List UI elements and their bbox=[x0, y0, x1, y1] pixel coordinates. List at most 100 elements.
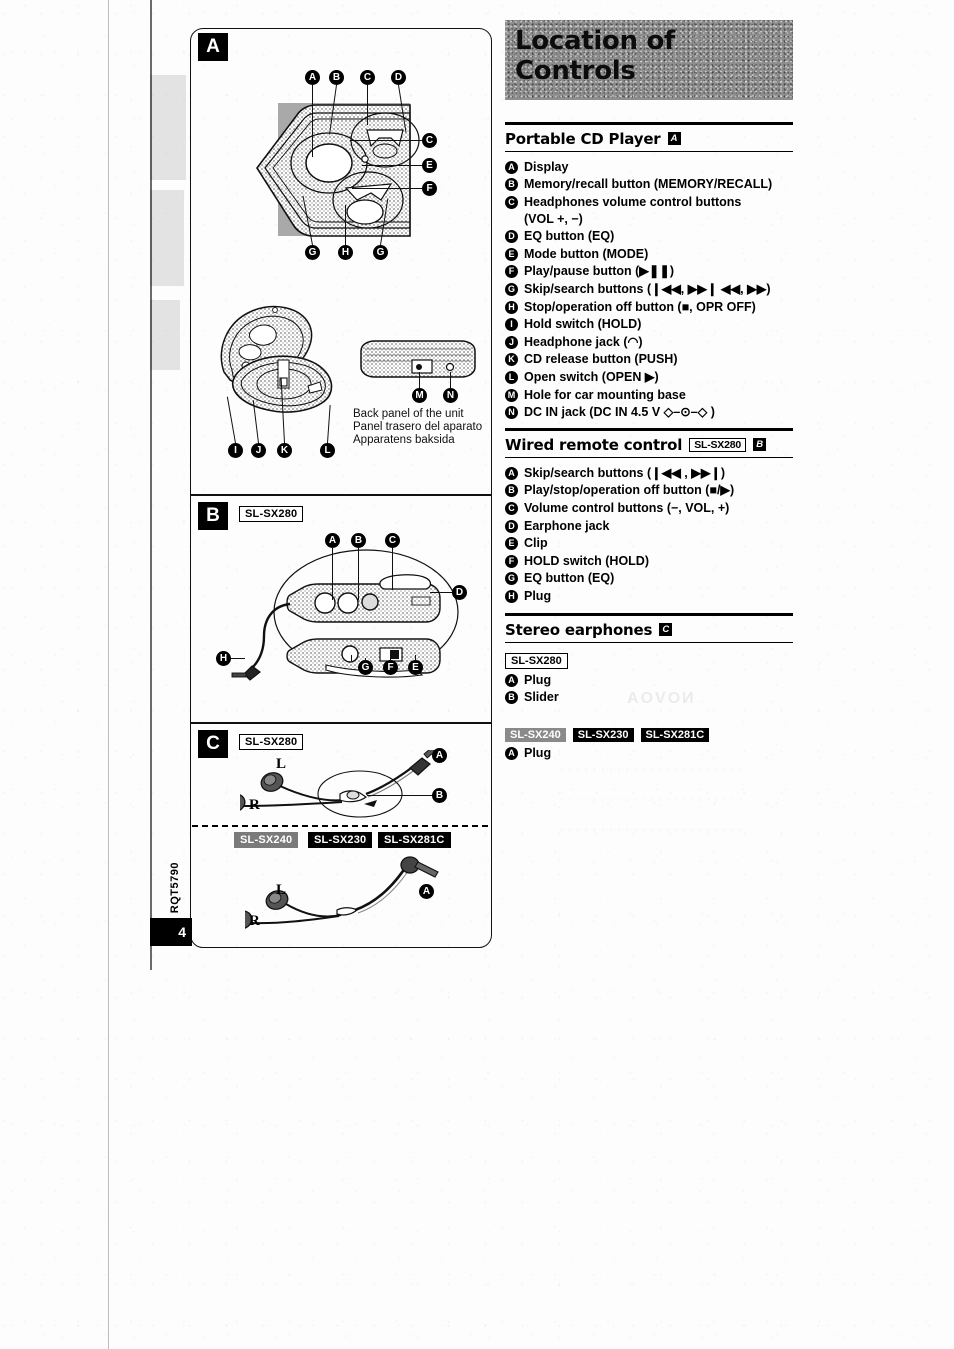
item-bullet-b: B bbox=[505, 691, 518, 705]
item-bullet-a: A bbox=[505, 466, 518, 480]
earphone-label-l: L bbox=[276, 756, 287, 772]
portable-cd-player-item-list: A Display B Memory/recall button (MEMORY/R… bbox=[505, 152, 793, 421]
panel-c-model-sx230: SL-SX230 bbox=[308, 832, 373, 848]
callout-j: J bbox=[251, 443, 266, 458]
item-label: Earphone jack bbox=[524, 518, 610, 533]
page-title-line1: Location of bbox=[515, 26, 676, 56]
callout-leader bbox=[367, 795, 432, 797]
list-item: F HOLD switch (HOLD) bbox=[505, 553, 793, 570]
list-item: D Earphone jack bbox=[505, 518, 793, 535]
item-label: Slider bbox=[524, 690, 559, 705]
callout-m: M bbox=[412, 388, 427, 403]
callout-d: D bbox=[391, 70, 406, 85]
list-item: E Mode button (MODE) bbox=[505, 246, 793, 263]
list-item: J Headphone jack (◠) bbox=[505, 334, 793, 351]
earphone-label-l-2: L bbox=[276, 882, 287, 898]
callout-f: F bbox=[422, 181, 437, 196]
list-item: H Stop/operation off button (■, OPR OFF) bbox=[505, 299, 793, 316]
callout-leader bbox=[352, 188, 422, 190]
page-number: 4 bbox=[150, 918, 192, 946]
section-heading-text: Wired remote control bbox=[505, 435, 683, 454]
earphones-model-row-1: SL-SX280 bbox=[505, 652, 793, 669]
panel-divider bbox=[191, 494, 491, 496]
item-bullet-g: G bbox=[505, 572, 518, 586]
item-label: Display bbox=[524, 159, 569, 174]
section-badge-a: A bbox=[667, 132, 681, 146]
list-item: G Skip/search buttons (❙◀◀, ▶▶❙ ◀◀, ▶▶) bbox=[505, 281, 793, 298]
callout-leader bbox=[365, 658, 367, 662]
scan-smudge bbox=[150, 300, 180, 370]
list-item: A Plug bbox=[505, 745, 793, 762]
list-item: B Play/stop/operation off button (■/▶) bbox=[505, 482, 793, 499]
callout-leader bbox=[362, 165, 422, 167]
callout-leader bbox=[351, 655, 353, 661]
item-bullet-f: F bbox=[505, 554, 518, 568]
callout-leader bbox=[450, 372, 452, 389]
list-item: I Hold switch (HOLD) bbox=[505, 316, 793, 333]
section-stereo-earphones: Stereo earphones C SL-SX280 A Plug B Slide… bbox=[505, 613, 793, 763]
section-badge-b: B bbox=[753, 438, 767, 452]
callout-c-a2: A bbox=[419, 884, 434, 899]
callout-b-a: A bbox=[325, 533, 340, 548]
item-bullet-e: E bbox=[505, 537, 518, 551]
list-item: N DC IN jack (DC IN 4.5 V ◇–⊙–◇ ) bbox=[505, 404, 793, 421]
section-heading-stereo-earphones: Stereo earphones C bbox=[505, 616, 793, 642]
callout-l: L bbox=[320, 443, 335, 458]
item-label: Hole for car mounting base bbox=[524, 387, 686, 402]
earphones-standard-art bbox=[245, 855, 445, 935]
item-label: Play/pause button (▶❚❚) bbox=[524, 264, 675, 279]
item-label: Skip/search buttons (❙◀◀, ▶▶❙ ◀◀, ▶▶) bbox=[524, 282, 771, 297]
callout-e: E bbox=[422, 158, 437, 173]
panel-tab-b: B bbox=[198, 502, 228, 530]
back-panel-caption-sv: Apparatens baksida bbox=[353, 434, 455, 446]
bleed-through-text: · · · · · · · · · · · · · · · · · · · · … bbox=[560, 822, 744, 836]
callout-b: B bbox=[329, 70, 344, 85]
callout-b-h: H bbox=[216, 651, 231, 666]
section-portable-cd-player: Portable CD Player A A Display B Memory/re… bbox=[505, 122, 793, 422]
cd-player-open-view-art bbox=[212, 300, 347, 425]
list-item: E Clip bbox=[505, 535, 793, 552]
list-item: F Play/pause button (▶❚❚) bbox=[505, 263, 793, 280]
callout-leader bbox=[419, 372, 421, 389]
item-bullet-c: C bbox=[505, 502, 518, 516]
callout-b-f: F bbox=[383, 660, 398, 675]
callout-k: K bbox=[277, 443, 292, 458]
callout-a: A bbox=[305, 70, 320, 85]
panel-c-model-label: SL-SX280 bbox=[239, 734, 304, 750]
document-code: RQT5790 bbox=[169, 862, 181, 914]
cd-player-top-view-art bbox=[205, 60, 480, 270]
callout-leader bbox=[332, 548, 334, 600]
callout-leader bbox=[345, 205, 347, 245]
callout-leader bbox=[430, 592, 452, 594]
list-item: A Plug bbox=[505, 672, 793, 689]
list-item: H Plug bbox=[505, 588, 793, 605]
callout-b-b: B bbox=[351, 533, 366, 548]
earphones-group2-item-list: A Plug bbox=[505, 745, 793, 762]
callout-leader bbox=[358, 548, 360, 600]
item-label: Open switch (OPEN ▶) bbox=[524, 370, 659, 385]
earphones-sx280-art bbox=[240, 750, 440, 825]
item-label: Plug bbox=[524, 672, 552, 687]
item-label: CD release button (PUSH) bbox=[524, 352, 678, 367]
callout-g-left: G bbox=[305, 245, 320, 260]
panel-c-dashed-divider bbox=[192, 825, 488, 827]
item-bullet-n: N bbox=[505, 406, 518, 420]
callout-leader bbox=[367, 85, 369, 125]
item-bullet-b: B bbox=[505, 178, 518, 192]
item-label: Stop/operation off button (■, OPR OFF) bbox=[524, 299, 756, 314]
earphone-label-r: R bbox=[249, 797, 260, 813]
item-label: Memory/recall button (MEMORY/RECALL) bbox=[524, 177, 773, 192]
callout-b-g: G bbox=[358, 660, 373, 675]
item-label: DC IN jack (DC IN 4.5 V ◇–⊙–◇ ) bbox=[524, 405, 715, 420]
callout-leader bbox=[312, 85, 314, 157]
section-heading-wired-remote-control: Wired remote control SL-SX280 B bbox=[505, 431, 793, 457]
callout-leader bbox=[350, 140, 422, 142]
scan-smudge bbox=[150, 75, 186, 180]
callout-leader bbox=[392, 548, 394, 590]
page-title-line2: Controls bbox=[515, 56, 636, 86]
list-item: C Volume control buttons (−, VOL, +) bbox=[505, 500, 793, 517]
earphones-model-sx280: SL-SX280 bbox=[505, 652, 568, 669]
list-item: L Open switch (OPEN ▶) bbox=[505, 369, 793, 386]
item-bullet-j: J bbox=[505, 335, 518, 349]
earphones-model-sx240: SL-SX240 bbox=[505, 728, 566, 743]
